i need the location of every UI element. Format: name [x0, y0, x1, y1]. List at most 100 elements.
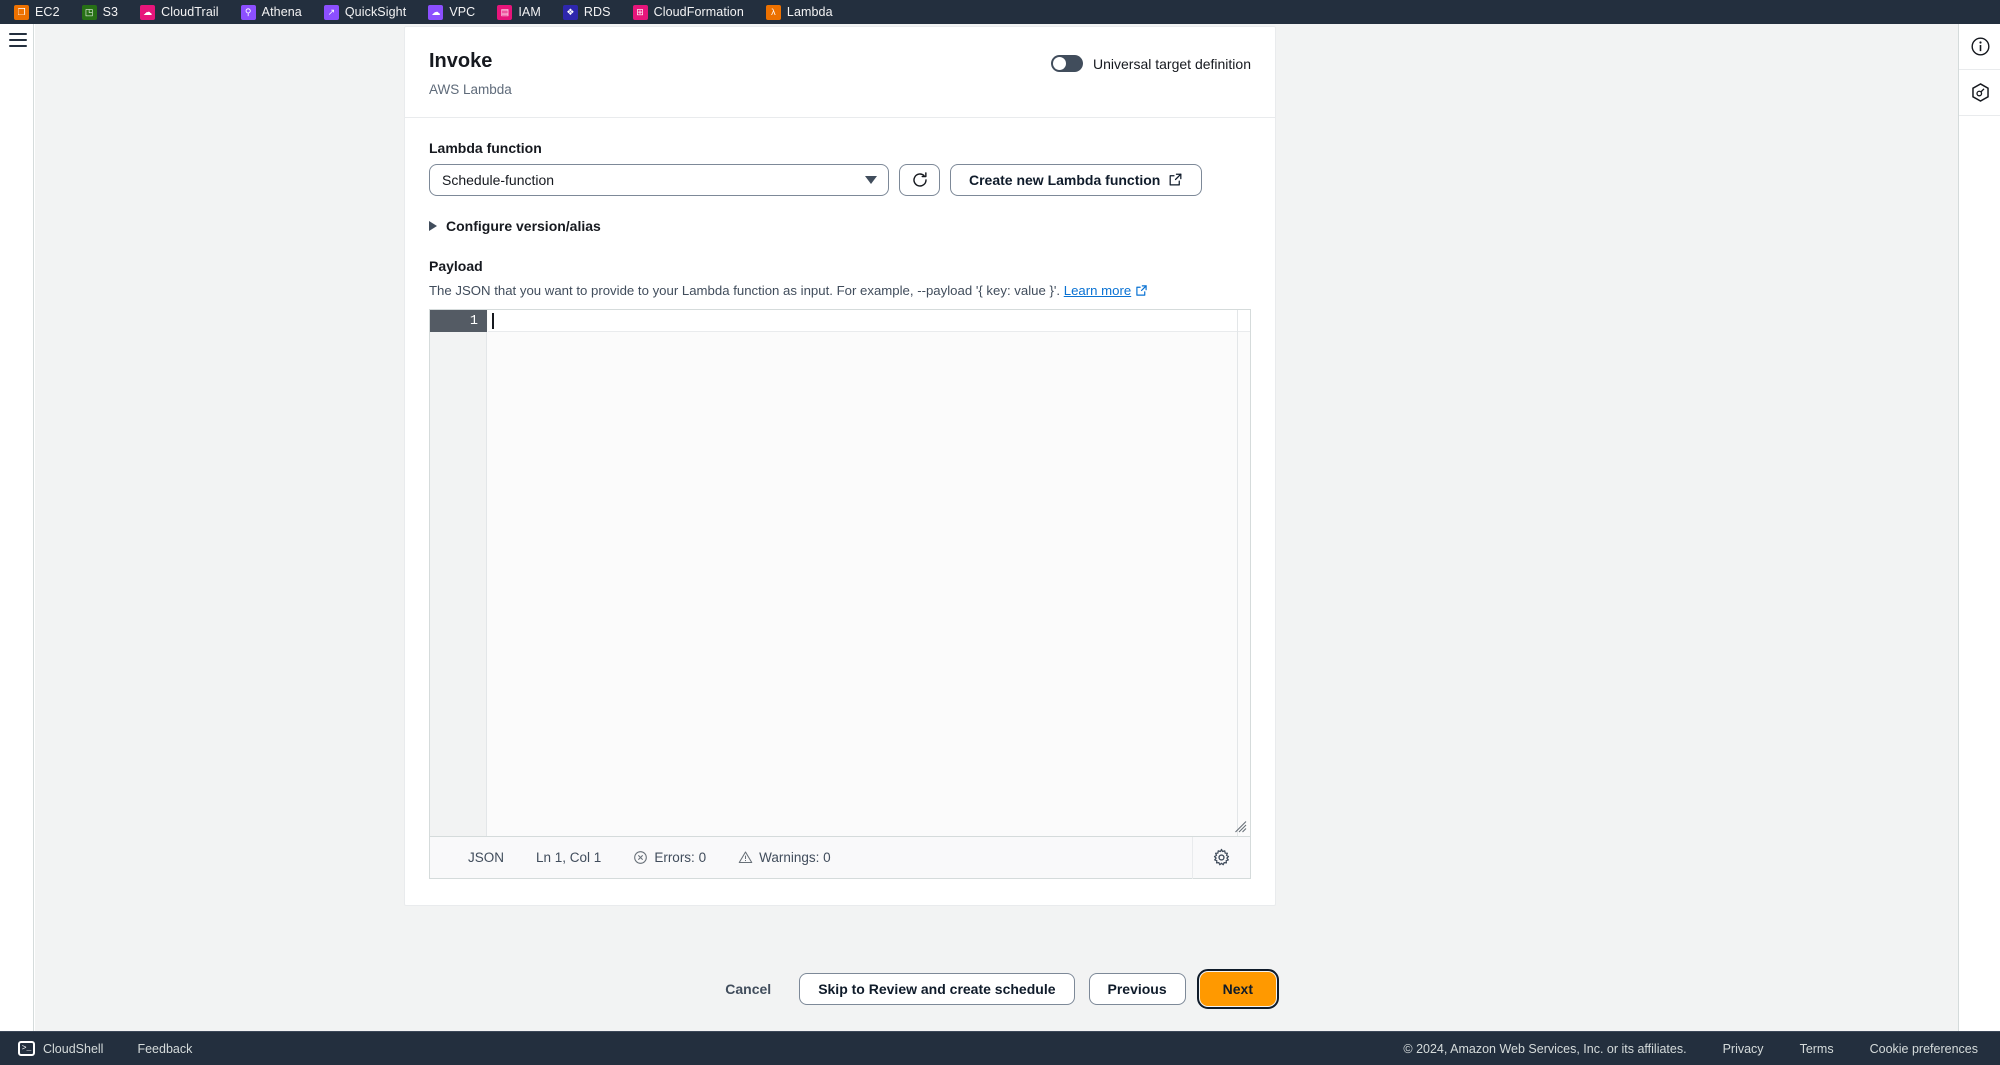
bookmark-label: Athena — [261, 5, 302, 19]
left-navigation-rail — [0, 24, 34, 1031]
refresh-button[interactable] — [899, 163, 940, 196]
editor-active-line-number: 1 — [430, 310, 487, 333]
card-header-text: Invoke AWS Lambda — [429, 49, 512, 99]
bookmark-label: Lambda — [786, 5, 833, 19]
card-body: Lambda function Schedule-function Create… — [405, 118, 1275, 906]
footer-left-group: >_ CloudShell Feedback — [18, 1041, 192, 1056]
previous-button[interactable]: Previous — [1088, 973, 1186, 1005]
lambda-function-select[interactable]: Schedule-function — [429, 163, 889, 196]
bookmark-label: EC2 — [35, 5, 60, 19]
editor-cursor-position: Ln 1, Col 1 — [536, 850, 602, 866]
bookmark-rds[interactable]: ❖ RDS — [562, 0, 611, 24]
editor-text-cursor — [492, 313, 494, 330]
editor-active-line — [488, 310, 1250, 333]
ec2-icon: ❐ — [14, 4, 29, 20]
chevron-down-icon — [865, 175, 877, 184]
info-icon — [1970, 37, 1990, 56]
bookmark-label: VPC — [449, 5, 476, 19]
right-tool-rail — [1958, 24, 2000, 1031]
bookmark-s3[interactable]: ◳ S3 — [81, 0, 119, 24]
toggle-label: Universal target definition — [1093, 55, 1251, 72]
payload-label: Payload — [429, 257, 483, 274]
privacy-link[interactable]: Privacy — [1723, 1042, 1764, 1056]
editor-status-bar: JSON Ln 1, Col 1 Errors: 0 Warnings: 0 — [429, 836, 1251, 880]
lambda-function-selected-value: Schedule-function — [442, 171, 555, 188]
bookmark-quicksight[interactable]: ↗ QuickSight — [323, 0, 407, 24]
payload-description: The JSON that you want to provide to you… — [429, 282, 1251, 300]
cloudshell-button[interactable]: >_ CloudShell — [18, 1041, 103, 1056]
bookmark-label: CloudTrail — [161, 5, 219, 19]
info-panel-button[interactable] — [1959, 24, 2000, 70]
editor-print-margin — [1237, 310, 1238, 837]
cloudtrail-icon: ☁ — [140, 4, 156, 20]
lambda-function-row: Schedule-function Create new Lambda func… — [429, 163, 1251, 196]
editor-warnings-text: Warnings: 0 — [759, 850, 831, 866]
feedback-link[interactable]: Feedback — [137, 1042, 192, 1056]
toggle-track — [1051, 55, 1084, 72]
editor-warnings: Warnings: 0 — [738, 850, 831, 865]
payload-json-editor[interactable]: 1 — [429, 309, 1251, 838]
gear-icon — [1213, 849, 1230, 866]
bookmark-lambda[interactable]: λ Lambda — [765, 0, 833, 24]
hamburger-menu-icon[interactable] — [9, 33, 27, 47]
invoke-target-card: Invoke AWS Lambda Universal target defin… — [404, 26, 1276, 907]
external-link-icon — [1169, 173, 1182, 186]
configure-version-alias-label: Configure version/alias — [446, 217, 601, 234]
quicksight-icon: ↗ — [323, 4, 339, 20]
editor-settings-button[interactable] — [1192, 836, 1250, 879]
editor-line-number-gutter: 1 — [430, 310, 487, 837]
bookmark-label: RDS — [583, 5, 611, 19]
configure-version-alias-expander[interactable]: Configure version/alias — [429, 218, 1251, 234]
wizard-actions: Cancel Skip to Review and create schedul… — [404, 969, 1280, 1009]
cookie-preferences-link[interactable]: Cookie preferences — [1870, 1042, 1978, 1056]
editor-language: JSON — [468, 850, 505, 866]
chevron-right-icon — [429, 220, 437, 231]
s3-icon: ◳ — [81, 4, 97, 20]
bookmark-cloudtrail[interactable]: ☁ CloudTrail — [140, 0, 219, 24]
payload-section: Payload The JSON that you want to provid… — [429, 258, 1251, 880]
toggle-knob — [1053, 57, 1067, 70]
rds-icon: ❖ — [562, 4, 578, 20]
settings-panel-button[interactable] — [1959, 70, 2000, 116]
editor-resize-handle[interactable] — [1235, 821, 1247, 833]
bookmark-label: CloudFormation — [653, 5, 744, 19]
skip-to-review-button[interactable]: Skip to Review and create schedule — [799, 973, 1075, 1005]
bookmark-label: QuickSight — [344, 5, 407, 19]
bookmark-ec2[interactable]: ❐ EC2 — [14, 0, 60, 24]
error-circle-icon — [634, 851, 648, 865]
universal-target-definition-toggle[interactable]: Universal target definition — [1051, 55, 1251, 72]
bookmark-label: IAM — [518, 5, 541, 19]
learn-more-link[interactable]: Learn more — [1064, 283, 1131, 298]
settings-hex-icon — [1971, 83, 1989, 102]
bookmark-athena[interactable]: ⚲ Athena — [240, 0, 302, 24]
bookmark-label: S3 — [102, 5, 119, 19]
editor-code-area[interactable] — [488, 310, 1250, 837]
next-button[interactable]: Next — [1196, 969, 1280, 1009]
cloudshell-label: CloudShell — [43, 1041, 104, 1056]
lambda-icon: λ — [765, 4, 781, 20]
editor-errors-text: Errors: 0 — [654, 850, 707, 866]
cloudformation-icon: ⊞ — [632, 4, 648, 20]
payload-description-text: The JSON that you want to provide to you… — [429, 282, 1061, 298]
aws-console-footer: >_ CloudShell Feedback © 2024, Amazon We… — [0, 1031, 2000, 1065]
athena-icon: ⚲ — [240, 4, 256, 20]
refresh-icon — [912, 171, 927, 187]
cloudshell-icon: >_ — [18, 1041, 35, 1056]
card-header: Invoke AWS Lambda Universal target defin… — [405, 27, 1275, 118]
external-link-icon — [1136, 284, 1147, 296]
page-title: Invoke — [429, 50, 493, 72]
page-subtitle: AWS Lambda — [429, 82, 512, 97]
bookmark-iam[interactable]: ▤ IAM — [497, 0, 541, 24]
cancel-button[interactable]: Cancel — [711, 981, 785, 997]
warning-triangle-icon — [738, 851, 753, 864]
terms-link[interactable]: Terms — [1800, 1042, 1834, 1056]
bookmark-cloudformation[interactable]: ⊞ CloudFormation — [632, 0, 744, 24]
vpc-icon: ☁ — [428, 4, 444, 20]
iam-icon: ▤ — [497, 4, 513, 20]
create-new-lambda-function-button[interactable]: Create new Lambda function — [950, 163, 1203, 196]
editor-errors: Errors: 0 — [633, 850, 706, 865]
lambda-function-label: Lambda function — [429, 139, 542, 156]
copyright-text: © 2024, Amazon Web Services, Inc. or its… — [1403, 1041, 1687, 1056]
footer-right-group: © 2024, Amazon Web Services, Inc. or its… — [1403, 1042, 1978, 1056]
bookmark-vpc[interactable]: ☁ VPC — [428, 0, 475, 24]
